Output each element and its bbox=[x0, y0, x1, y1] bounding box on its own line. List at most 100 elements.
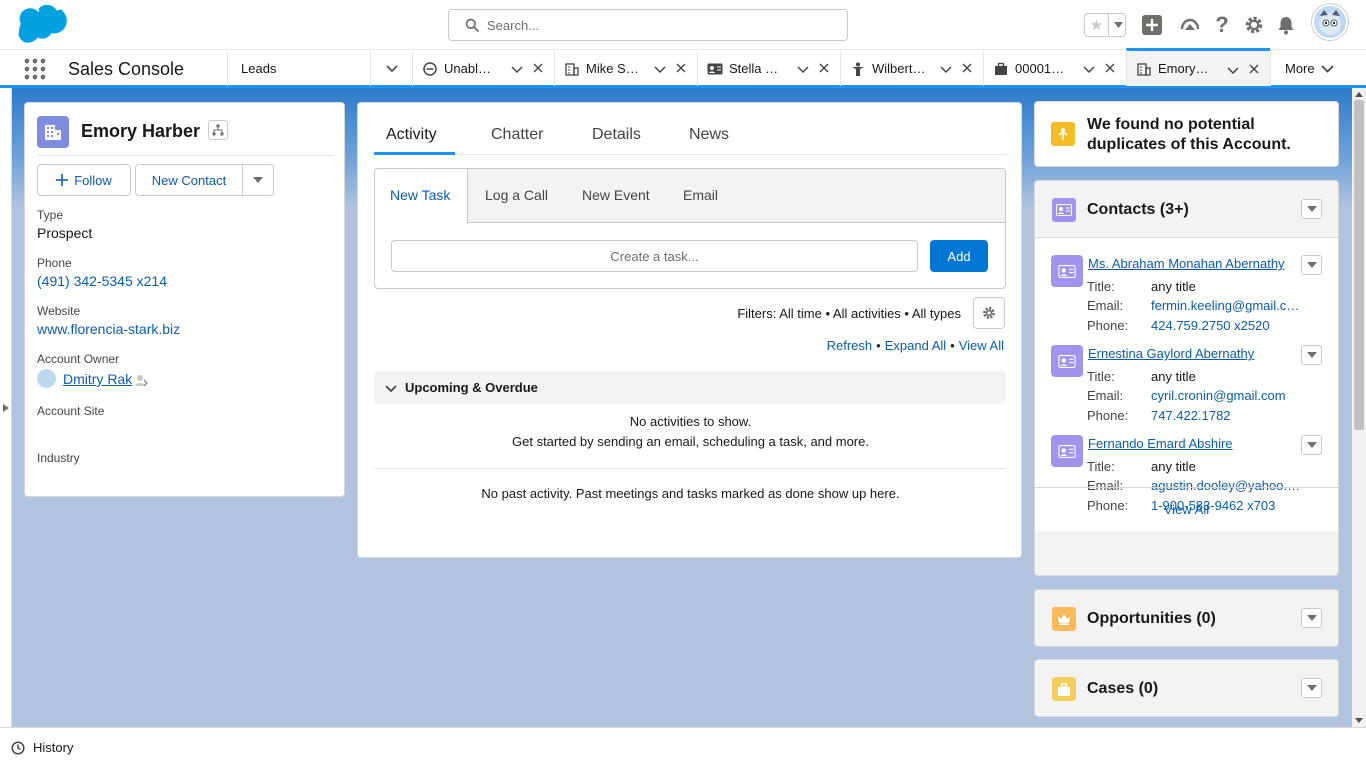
hierarchy-button[interactable] bbox=[208, 120, 228, 140]
opportunities-title[interactable]: Opportunities (0) bbox=[1087, 610, 1216, 628]
caret-down-icon bbox=[253, 177, 263, 183]
new-contact-button[interactable]: New Contact bbox=[135, 164, 243, 196]
star-icon[interactable]: ★ bbox=[1085, 14, 1109, 36]
contacts-view-all-link[interactable]: View All bbox=[1035, 487, 1338, 531]
follow-button[interactable]: Follow bbox=[37, 164, 131, 196]
tab-label: 00001… bbox=[1015, 61, 1065, 76]
expand-all-link[interactable]: Expand All bbox=[885, 338, 946, 353]
notifications-button[interactable] bbox=[1274, 13, 1298, 37]
chevron-down-icon[interactable] bbox=[1082, 62, 1096, 76]
tab-mike[interactable]: Mike S… bbox=[554, 51, 697, 86]
tab-log-a-call[interactable]: Log a Call bbox=[485, 187, 548, 203]
contact-row-menu[interactable] bbox=[1301, 435, 1322, 455]
close-icon[interactable] bbox=[675, 62, 687, 74]
close-icon[interactable] bbox=[818, 62, 830, 74]
tab-leads-dropdown[interactable] bbox=[370, 51, 412, 86]
history-button[interactable]: History bbox=[11, 740, 73, 755]
trailhead-button[interactable] bbox=[1178, 13, 1202, 37]
account-icon bbox=[1136, 61, 1152, 77]
tab-leads[interactable]: Leads bbox=[227, 51, 370, 86]
title-value: any title bbox=[1151, 369, 1196, 384]
tab-wilbert[interactable]: Wilbert… bbox=[840, 51, 983, 86]
add-task-button[interactable]: Add bbox=[930, 240, 988, 272]
cases-related-list: Cases (0) bbox=[1034, 659, 1339, 717]
contact-name-link[interactable]: Ms. Abraham Monahan Abernathy bbox=[1088, 256, 1285, 271]
caret-down-icon bbox=[1306, 615, 1317, 621]
tab-new-event[interactable]: New Event bbox=[582, 187, 650, 203]
active-tab-indicator bbox=[374, 152, 455, 155]
tab-label: Emory… bbox=[1158, 61, 1209, 76]
contacts-menu-button[interactable] bbox=[1301, 199, 1322, 219]
view-all-link[interactable]: View All bbox=[959, 338, 1004, 353]
tab-chatter[interactable]: Chatter bbox=[491, 126, 543, 144]
cases-title[interactable]: Cases (0) bbox=[1087, 680, 1158, 698]
tab-activity[interactable]: Activity bbox=[386, 126, 437, 144]
salesforce-logo[interactable] bbox=[16, 5, 74, 45]
close-icon[interactable] bbox=[1104, 62, 1116, 74]
more-actions-button[interactable] bbox=[242, 164, 274, 196]
account-owner-label: Account Owner bbox=[37, 352, 120, 366]
chevron-down-icon[interactable] bbox=[939, 62, 953, 76]
phone-link[interactable]: (491) 342-5345 x214 bbox=[37, 273, 167, 289]
scroll-up-icon[interactable] bbox=[1355, 92, 1363, 97]
industry-label: Industry bbox=[37, 451, 80, 465]
phone-link[interactable]: 424.759.2750 x2520 bbox=[1151, 318, 1301, 333]
email-link[interactable]: fermin.keeling@gmail.c… bbox=[1151, 298, 1301, 313]
phone-link[interactable]: 747.422.1782 bbox=[1151, 408, 1301, 423]
more-tabs-button[interactable]: More bbox=[1270, 51, 1366, 86]
avatar-image-icon bbox=[1319, 10, 1341, 35]
tab-details[interactable]: Details bbox=[592, 126, 641, 144]
tab-new-task[interactable]: New Task bbox=[390, 187, 450, 203]
record-tabs: Activity Chatter Details News bbox=[374, 103, 1006, 155]
change-owner-icon[interactable] bbox=[135, 374, 148, 386]
tab-emory[interactable]: Emory… bbox=[1126, 48, 1270, 86]
briefcase-icon bbox=[993, 61, 1009, 77]
contact-name-link[interactable]: Ernestina Gaylord Abernathy bbox=[1088, 346, 1254, 361]
split-view-toggle[interactable] bbox=[0, 88, 12, 727]
tab-stella[interactable]: Stella … bbox=[697, 51, 840, 86]
tab-label: Leads bbox=[241, 61, 277, 76]
create-task-input[interactable]: Create a task... bbox=[391, 240, 918, 272]
tab-news[interactable]: News bbox=[689, 126, 729, 144]
email-link[interactable]: cyril.cronin@gmail.com bbox=[1151, 388, 1301, 403]
contact-row-menu[interactable] bbox=[1301, 345, 1322, 365]
contact-name-link[interactable]: Fernando Emard Abshire bbox=[1088, 436, 1233, 451]
upcoming-overdue-section[interactable]: Upcoming & Overdue bbox=[374, 371, 1006, 404]
cases-menu-button[interactable] bbox=[1301, 678, 1322, 698]
chevron-down-icon[interactable] bbox=[653, 62, 667, 76]
question-icon: ? bbox=[1215, 12, 1229, 37]
get-started-text: Get started by sending an email, schedul… bbox=[512, 434, 869, 449]
tab-label: Stella … bbox=[729, 61, 779, 76]
filter-settings-button[interactable] bbox=[973, 297, 1005, 329]
opportunities-menu-button[interactable] bbox=[1301, 608, 1322, 628]
refresh-link[interactable]: Refresh bbox=[827, 338, 873, 353]
global-search[interactable]: Search... bbox=[448, 9, 848, 41]
record-title: Emory Harber bbox=[81, 121, 201, 141]
tab-email[interactable]: Email bbox=[683, 187, 718, 203]
close-icon[interactable] bbox=[961, 62, 973, 74]
user-avatar[interactable] bbox=[1312, 4, 1348, 40]
contacts-title[interactable]: Contacts (3+) bbox=[1087, 201, 1189, 219]
owner-avatar bbox=[37, 369, 56, 388]
chevron-down-icon[interactable] bbox=[510, 62, 524, 76]
hierarchy-icon bbox=[212, 124, 224, 136]
activity-card: Activity Chatter Details News New Task L… bbox=[357, 102, 1022, 558]
favorites-control[interactable]: ★ bbox=[1084, 13, 1126, 37]
close-icon[interactable] bbox=[1248, 63, 1260, 75]
global-actions-button[interactable] bbox=[1140, 13, 1164, 37]
contact-row-menu[interactable] bbox=[1301, 255, 1322, 275]
scrollbar-thumb[interactable] bbox=[1354, 100, 1364, 430]
scroll-down-icon[interactable] bbox=[1355, 718, 1363, 723]
tab-unable[interactable]: Unabl… bbox=[412, 51, 554, 86]
close-icon[interactable] bbox=[532, 62, 544, 74]
setup-button[interactable] bbox=[1242, 13, 1266, 37]
favorites-dropdown[interactable] bbox=[1110, 14, 1126, 36]
chevron-down-icon[interactable] bbox=[1226, 63, 1240, 77]
website-link[interactable]: www.florencia-stark.biz bbox=[37, 321, 180, 337]
tab-case-00001[interactable]: 00001… bbox=[983, 51, 1126, 86]
app-launcher-icon[interactable] bbox=[24, 58, 46, 80]
workspace-scrollbar[interactable] bbox=[1352, 88, 1366, 727]
help-button[interactable]: ? bbox=[1210, 12, 1234, 37]
chevron-down-icon[interactable] bbox=[796, 62, 810, 76]
account-owner-link[interactable]: Dmitry Rak bbox=[63, 371, 132, 387]
